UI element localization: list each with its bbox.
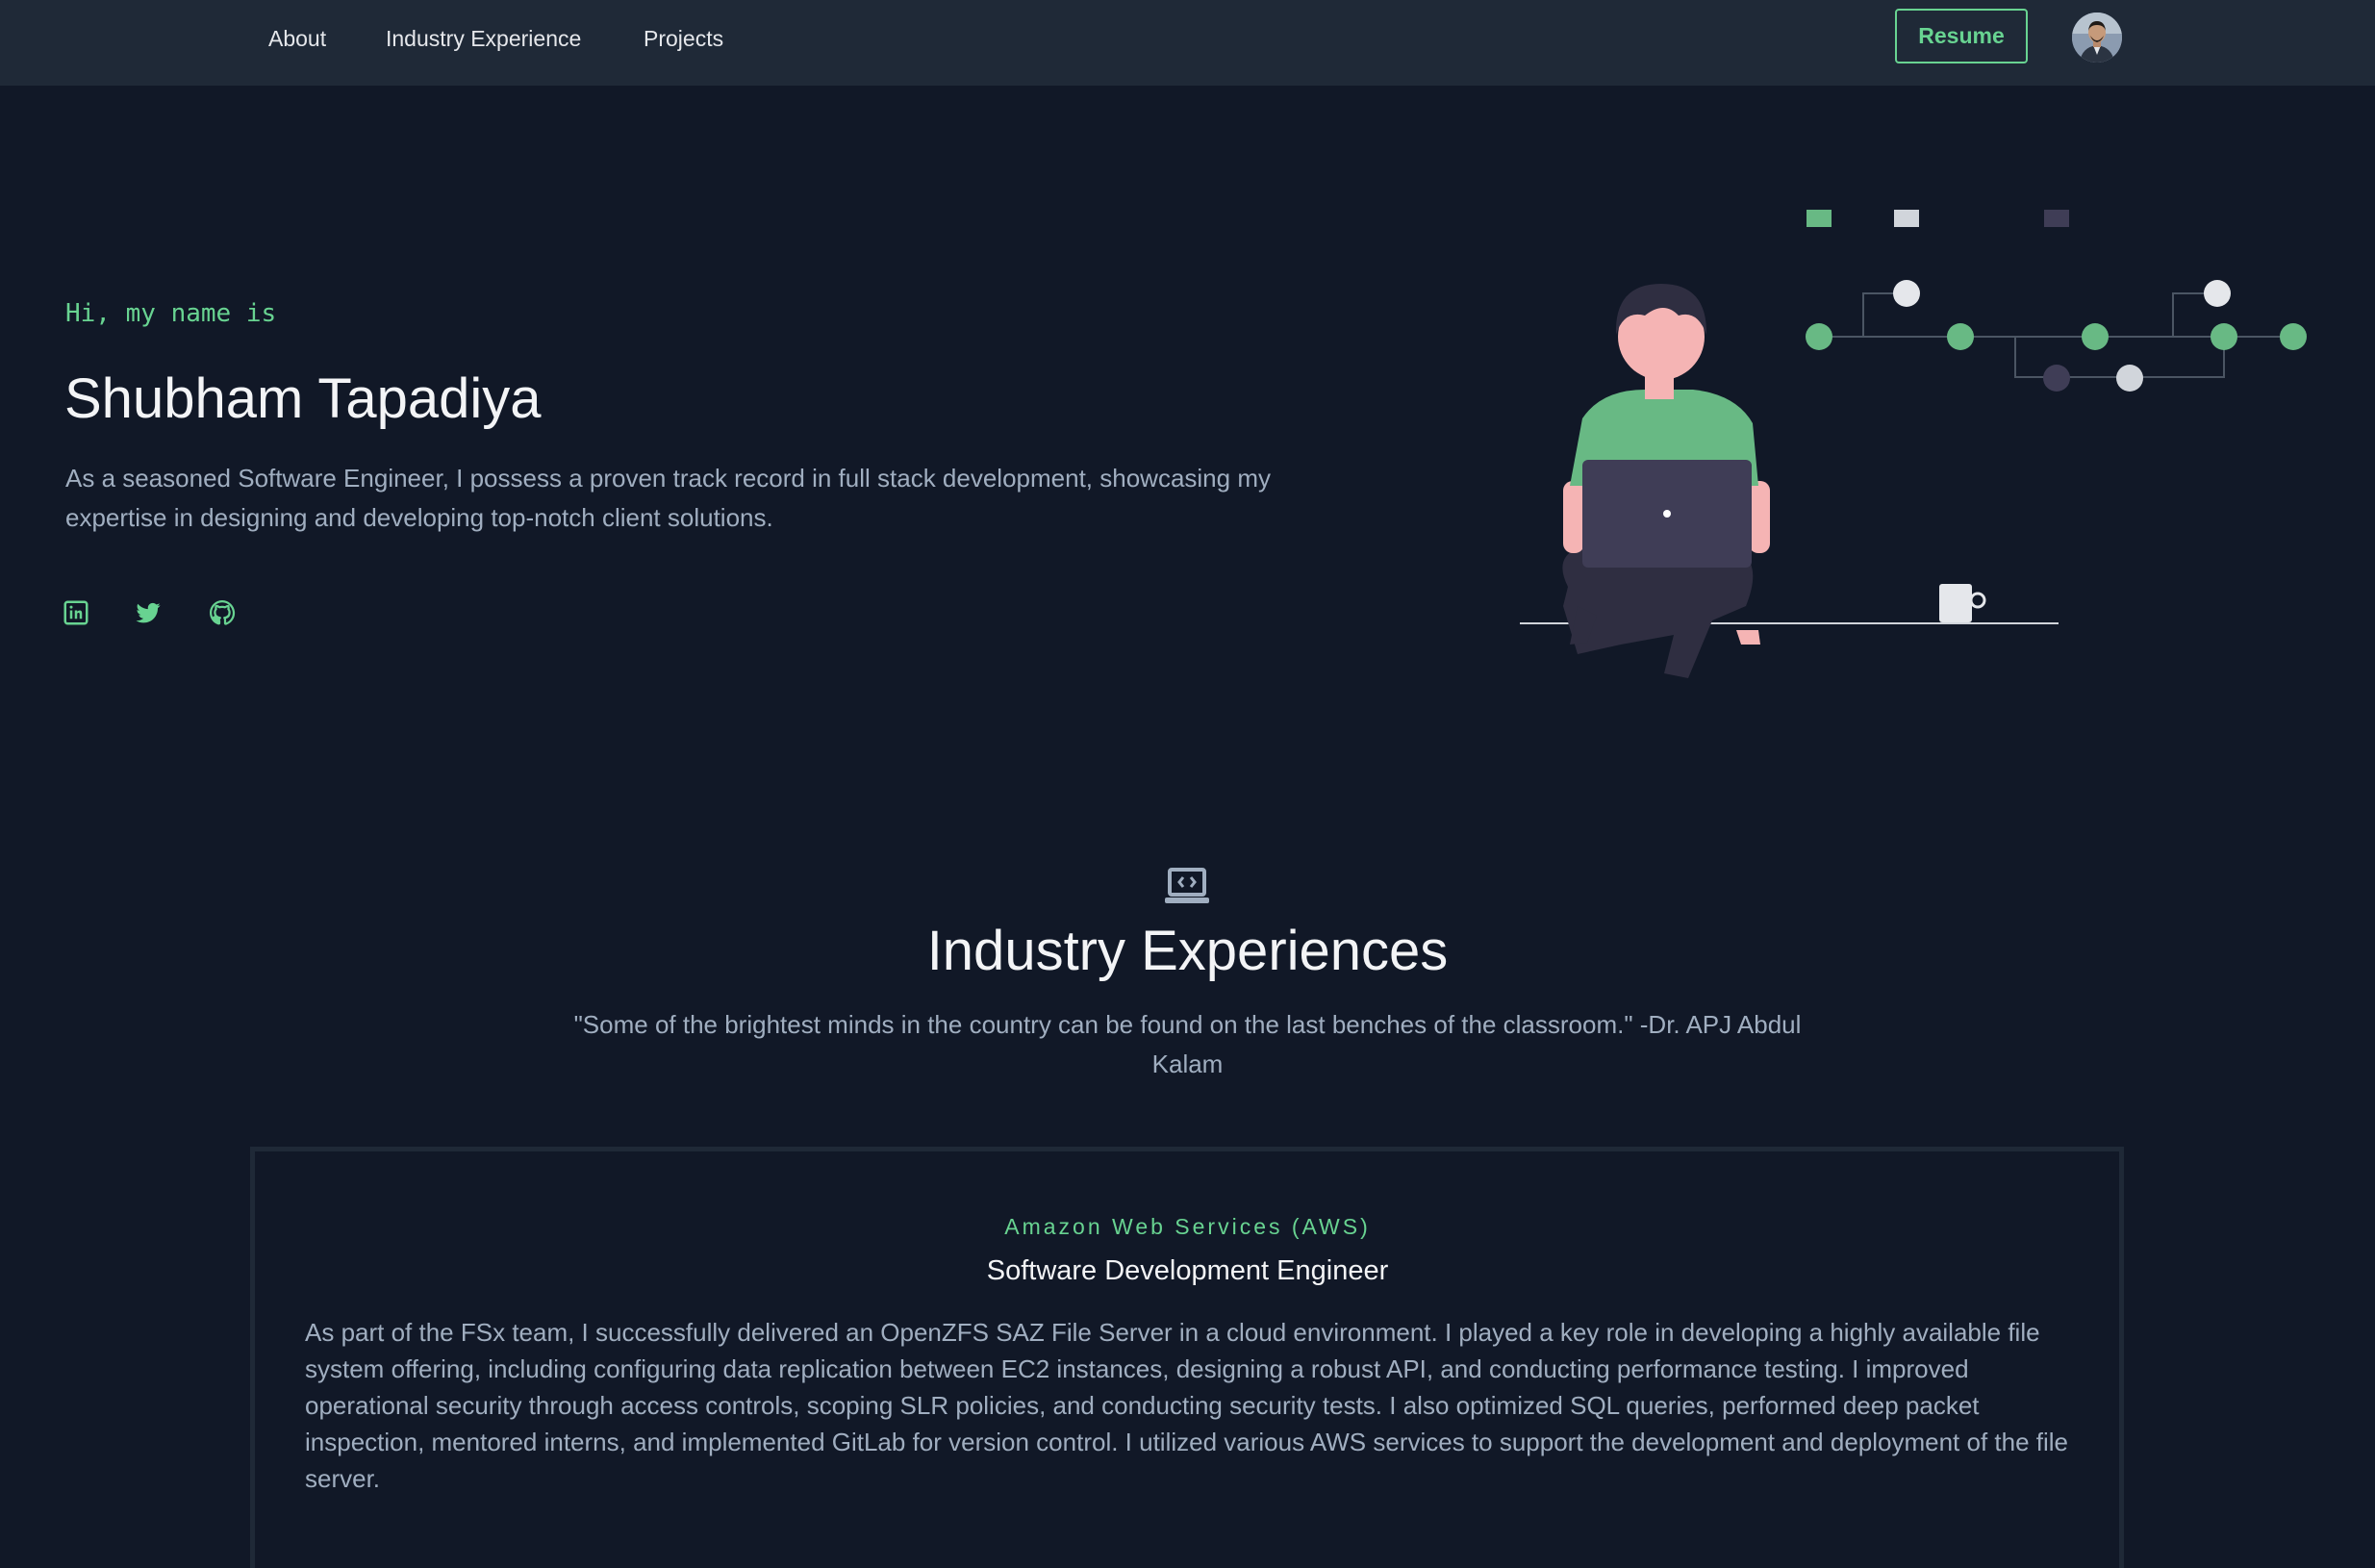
linkedin-link[interactable] (62, 598, 90, 627)
laptop-code-icon (1165, 868, 1209, 903)
github-link[interactable] (208, 598, 237, 627)
top-navbar: About Industry Experience Projects Resum… (0, 0, 2375, 86)
job-company: Amazon Web Services (AWS) (1004, 1214, 1371, 1239)
hero-description: As a seasoned Software Engineer, I posse… (65, 464, 1271, 532)
twitter-icon (136, 602, 161, 623)
section-title: Industry Experiences (926, 920, 1449, 982)
profile-photo-icon (2072, 13, 2122, 63)
hero-greeting: Hi, my name is (65, 299, 277, 328)
avatar[interactable] (2072, 13, 2122, 63)
hero-name: Shubham Tapadiya (64, 367, 542, 430)
nav-link-projects[interactable]: Projects (644, 25, 723, 52)
mug-icon (1939, 584, 1972, 622)
person-figure (1562, 284, 1770, 678)
job-description: As part of the FSx team, I successfully … (305, 1318, 2069, 1493)
section-quote: "Some of the brightest minds in the coun… (573, 1010, 1802, 1078)
github-icon (210, 600, 236, 625)
resume-button[interactable]: Resume (1895, 9, 2028, 63)
linkedin-icon (63, 600, 88, 625)
nav-link-about[interactable]: About (268, 25, 326, 52)
job-role: Software Development Engineer (986, 1255, 1389, 1286)
twitter-link[interactable] (134, 598, 163, 627)
nav-link-industry-experience[interactable]: Industry Experience (386, 25, 581, 52)
developer-illustration (1520, 210, 2307, 678)
network-graph-decoration (1806, 210, 2307, 392)
